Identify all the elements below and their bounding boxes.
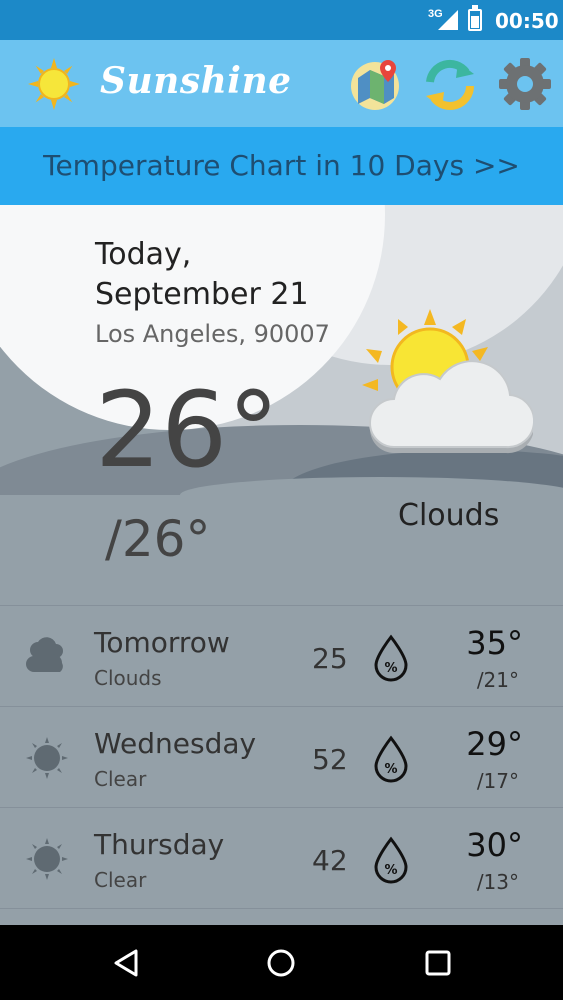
forecast-high: 35°	[466, 624, 523, 662]
today-panel[interactable]: Today, September 21 Los Angeles, 90007 2…	[0, 205, 563, 605]
app-title: Sunshine	[100, 60, 292, 102]
forecast-day: Tomorrow	[94, 626, 230, 659]
current-temperature: 26°	[95, 369, 280, 491]
app-bar: Sunshine	[0, 40, 563, 127]
refresh-icon[interactable]	[422, 56, 478, 112]
humidity-value: 52	[312, 743, 348, 776]
today-date: Today, September 21	[95, 237, 309, 312]
svg-text:%: %	[384, 863, 397, 878]
forecast-description: Clear	[94, 868, 147, 892]
forecast-day: Thursday	[94, 828, 225, 861]
forecast-description: Clear	[94, 767, 147, 791]
status-bar: 3G 00:50	[0, 0, 563, 40]
forecast-high: 29°	[466, 725, 523, 763]
recents-icon[interactable]	[420, 945, 456, 981]
gear-icon[interactable]	[497, 56, 553, 112]
forecast-row[interactable]: Wednesday Clear 52 % 29° /17°	[0, 706, 563, 807]
sun-icon	[28, 58, 80, 110]
navigation-bar	[0, 925, 563, 1000]
back-icon[interactable]	[108, 945, 144, 981]
clear-icon	[26, 737, 68, 779]
partly-cloudy-icon	[362, 309, 533, 454]
signal-icon	[438, 10, 458, 30]
location: Los Angeles, 90007	[95, 320, 330, 348]
clear-icon	[26, 838, 68, 880]
temperature-chart-link[interactable]: Temperature Chart in 10 Days >>	[0, 127, 563, 205]
forecast-low: /21°	[476, 668, 519, 692]
clouds-icon	[26, 637, 63, 672]
map-pin-icon[interactable]	[348, 56, 404, 112]
battery-icon	[468, 5, 482, 31]
svg-text:%: %	[384, 762, 397, 777]
clock: 00:50	[495, 9, 559, 33]
forecast-high: 30°	[466, 826, 523, 864]
forecast-day: Wednesday	[94, 727, 257, 760]
home-icon[interactable]	[263, 945, 299, 981]
humidity-drop-icon: %	[374, 836, 408, 884]
forecast-row[interactable]: Thursday Clear 42 % 30° /13°	[0, 807, 563, 908]
humidity-value: 42	[312, 844, 348, 877]
low-temperature: /26°	[105, 510, 211, 568]
forecast-low: /17°	[476, 769, 519, 793]
forecast-description: Clouds	[94, 666, 162, 690]
humidity-drop-icon: %	[374, 634, 408, 682]
today-condition: Clouds	[398, 498, 500, 533]
humidity-drop-icon: %	[374, 735, 408, 783]
svg-text:%: %	[384, 661, 397, 676]
forecast-low: /13°	[476, 870, 519, 894]
forecast-row[interactable]: Tomorrow Clouds 25 % 35° /21°	[0, 605, 563, 706]
humidity-value: 25	[312, 642, 348, 675]
